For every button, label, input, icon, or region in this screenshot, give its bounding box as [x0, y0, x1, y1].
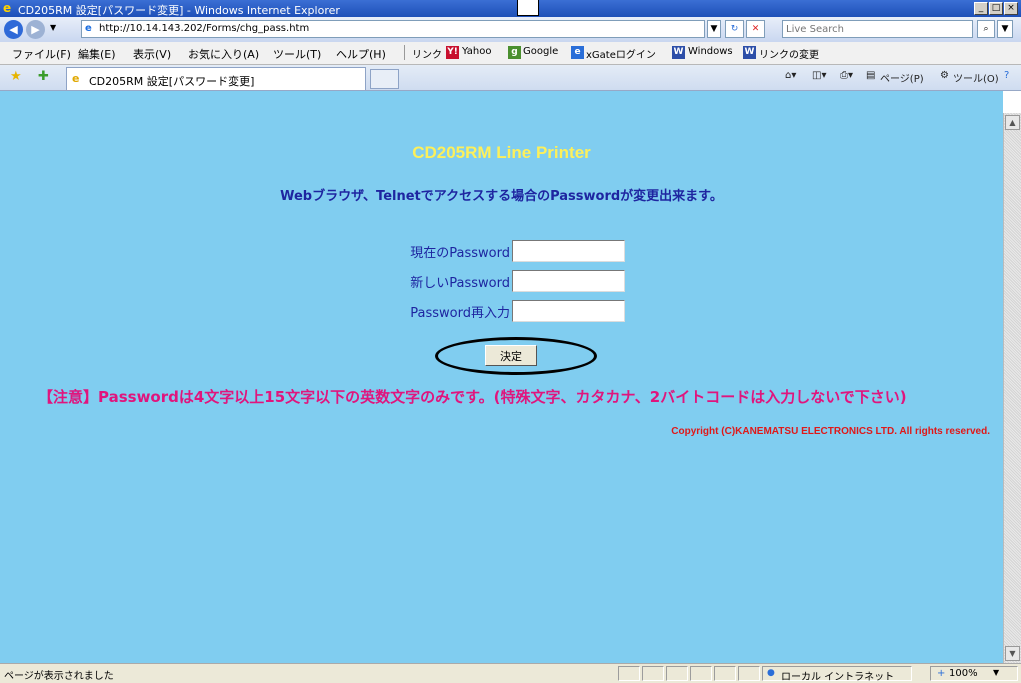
yahoo-icon: Y! — [446, 46, 459, 59]
page-menu-icon: ▤ — [866, 70, 876, 81]
back-button[interactable]: ◀ — [4, 20, 23, 39]
menu-favorites[interactable]: お気に入り(A) — [188, 46, 259, 62]
maximize-button[interactable]: □ — [989, 2, 1003, 15]
scroll-down-icon[interactable]: ▼ — [1005, 646, 1020, 661]
address-bar[interactable]: e http://10.14.143.202/Forms/chg_pass.ht… — [81, 20, 705, 38]
tools-menu[interactable]: ツール(O) — [953, 70, 999, 85]
screen-overlay-box — [517, 0, 539, 16]
address-toolbar: ◀ ▶ ▼ e http://10.14.143.202/Forms/chg_p… — [0, 17, 1021, 43]
security-zone: ローカル イントラネット — [781, 672, 895, 683]
window-title-bar: e CD205RM 設定[パスワード変更] - Windows Internet… — [0, 0, 1021, 17]
link-customize[interactable]: リンクの変更 — [759, 46, 819, 61]
current-password-label: 現在のPassword — [410, 246, 510, 261]
copyright-text: Copyright (C)KANEMATSU ELECTRONICS LTD. … — [671, 426, 990, 437]
search-field[interactable] — [782, 20, 973, 38]
page-menu[interactable]: ページ(P) — [880, 70, 924, 85]
print-icon[interactable]: ⎙▾ — [840, 70, 853, 81]
current-password-input[interactable] — [512, 240, 625, 262]
scrollbar-top-gap — [1003, 91, 1021, 113]
new-password-label: 新しいPassword — [410, 276, 510, 291]
forward-button[interactable]: ▶ — [26, 20, 45, 39]
status-text: ページが表示されました — [4, 671, 114, 682]
zoom-dropdown-icon[interactable]: ▼ — [993, 668, 999, 677]
windows-icon: W — [672, 46, 685, 59]
feeds-icon[interactable]: ◫▾ — [812, 70, 826, 81]
internet-explorer-icon: e — [3, 1, 12, 15]
submit-button[interactable]: 決定 — [485, 345, 537, 366]
favorites-star-icon[interactable]: ★ — [10, 69, 22, 84]
status-bar: ページが表示されました ● ローカル イントラネット + 100% ▼ — [0, 663, 1021, 683]
zoom-segment[interactable]: + 100% ▼ — [930, 666, 1018, 681]
page-content: CD205RM Line Printer Webブラウザ、Telnetでアクセス… — [0, 91, 1003, 663]
zoom-level: 100% — [949, 668, 978, 679]
page-description: Webブラウザ、Telnetでアクセスする場合のPasswordが変更出来ます。 — [280, 189, 723, 204]
vertical-scrollbar[interactable]: ▲ ▼ — [1003, 113, 1021, 663]
ie-page-icon: e — [571, 46, 584, 59]
menu-tools[interactable]: ツール(T) — [273, 46, 321, 62]
address-dropdown-icon[interactable]: ▼ — [707, 20, 721, 38]
link-google[interactable]: Google — [523, 46, 558, 57]
scroll-up-icon[interactable]: ▲ — [1005, 115, 1020, 130]
minimize-button[interactable]: _ — [974, 2, 988, 15]
history-dropdown-icon[interactable]: ▼ — [50, 23, 56, 32]
menu-bar: ファイル(F) 編集(E) 表示(V) お気に入り(A) ツール(T) ヘルプ(… — [0, 42, 1021, 65]
windows-icon: W — [743, 46, 756, 59]
confirm-password-input[interactable] — [512, 300, 625, 322]
password-notice: 【注意】Passwordは4文字以上15文字以下の英数文字のみです。(特殊文字、… — [38, 388, 907, 406]
window-title: CD205RM 設定[パスワード変更] - Windows Internet E… — [18, 4, 340, 17]
refresh-icon[interactable]: ↻ — [725, 20, 744, 38]
status-segment — [690, 666, 712, 681]
links-label: リンク — [412, 50, 442, 61]
search-options-icon[interactable]: ▼ — [997, 20, 1013, 38]
link-windows[interactable]: Windows — [688, 46, 733, 57]
menu-file[interactable]: ファイル(F) — [12, 46, 71, 62]
zone-segment: ● ローカル イントラネット — [762, 666, 912, 683]
search-input[interactable] — [783, 21, 969, 37]
google-icon: g — [508, 46, 521, 59]
stop-icon[interactable]: ✕ — [746, 20, 765, 38]
toolbar-divider — [404, 45, 405, 60]
status-segment — [666, 666, 688, 681]
page-icon: e — [85, 23, 92, 34]
menu-help[interactable]: ヘルプ(H) — [336, 46, 386, 62]
tab-bar: ★ ✚ e CD205RM 設定[パスワード変更] ⌂▾ ◫▾ ⎙▾ ▤ ページ… — [0, 65, 1021, 91]
browser-tab[interactable]: e CD205RM 設定[パスワード変更] — [66, 67, 366, 90]
status-segment — [738, 666, 760, 681]
help-icon[interactable]: ? — [1004, 70, 1009, 81]
tab-title: CD205RM 設定[パスワード変更] — [89, 75, 255, 88]
tab-page-icon: e — [72, 72, 80, 85]
link-yahoo[interactable]: Yahoo — [462, 46, 491, 57]
search-icon[interactable]: ⌕ — [977, 20, 995, 38]
address-url: http://10.14.143.202/Forms/chg_pass.htm — [99, 23, 310, 34]
new-tab-button[interactable] — [370, 69, 399, 89]
status-segment — [618, 666, 640, 681]
zoom-icon: + — [937, 668, 946, 679]
intranet-icon: ● — [767, 668, 775, 678]
page-heading: CD205RM Line Printer — [412, 143, 591, 162]
link-xgate[interactable]: xGateログイン — [586, 46, 656, 61]
new-password-input[interactable] — [512, 270, 625, 292]
tools-menu-icon: ⚙ — [940, 70, 949, 81]
close-button[interactable]: × — [1004, 2, 1018, 15]
add-favorite-icon[interactable]: ✚ — [38, 69, 49, 84]
confirm-password-label: Password再入力 — [410, 306, 510, 321]
menu-edit[interactable]: 編集(E) — [78, 46, 116, 62]
menu-view[interactable]: 表示(V) — [133, 46, 171, 62]
status-segment — [642, 666, 664, 681]
home-icon[interactable]: ⌂▾ — [785, 70, 796, 81]
status-segment — [714, 666, 736, 681]
